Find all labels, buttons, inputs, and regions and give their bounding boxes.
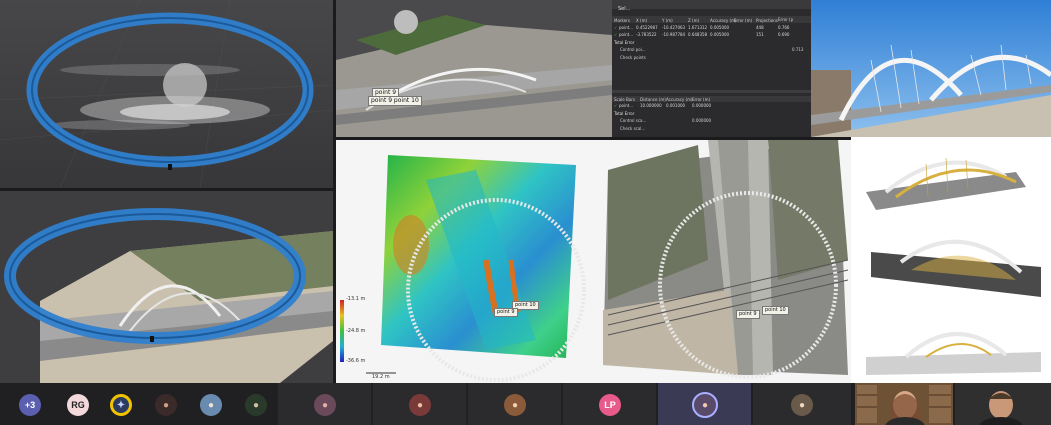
survey-check-points[interactable]: Check points xyxy=(620,55,646,60)
participant-avatar: ● xyxy=(314,394,336,416)
person-icon: ● xyxy=(511,399,519,411)
survey-control-value: 0.713 xyxy=(792,47,804,52)
survey-total-error: Total Error xyxy=(614,40,635,45)
person-icon: ● xyxy=(798,399,806,411)
col-error[interactable]: Error (m) xyxy=(734,18,756,23)
bridge-photo-image xyxy=(811,0,1051,137)
elevation-map xyxy=(340,155,586,382)
marker-point-10-ortho[interactable]: point 10 xyxy=(762,306,789,315)
survey-row[interactable]: ✓ point... -3.783522 -10.987784 0.648358 0.00… xyxy=(614,32,793,37)
camera-feed[interactable] xyxy=(855,383,953,425)
survey-control-points[interactable]: Control poi... xyxy=(620,47,646,52)
survey-title: Sel... xyxy=(618,6,631,12)
bridge-ring-scene xyxy=(0,191,333,383)
participant-avatar: ● xyxy=(791,394,813,416)
orthophoto xyxy=(603,140,849,379)
person-icon: ● xyxy=(321,399,329,411)
col-error-pix[interactable]: Error (pix) xyxy=(778,17,793,22)
model-scene xyxy=(336,0,612,137)
speaker-photo-icon: ✦ xyxy=(116,399,126,411)
col-distance[interactable]: Distance (m) xyxy=(640,97,666,102)
marker-point-combo[interactable]: point 9 point 10 xyxy=(368,96,422,106)
survey-row[interactable]: ✓ point... 0.4522987 -10.427063 1.671312 0.00… xyxy=(614,25,793,30)
person-icon: ● xyxy=(701,399,709,411)
point-cloud-scene xyxy=(0,0,333,188)
orthophoto-viewport[interactable]: point 9 point 10 xyxy=(598,140,851,383)
participant-avatar-lp: LP xyxy=(599,394,621,416)
legend-mid: -24.8 m xyxy=(346,328,366,334)
bridge-ring-viewport[interactable] xyxy=(0,191,333,383)
elevation-legend-bar xyxy=(340,300,344,362)
participant-avatar-rg[interactable]: RG xyxy=(67,394,89,416)
person-icon: ● xyxy=(207,399,215,411)
col-scale-error[interactable]: Error (m) xyxy=(692,97,716,102)
reference-toolbar xyxy=(612,0,811,9)
participant-avatar-active-speaker[interactable]: ✦ xyxy=(110,394,132,416)
participant-avatar[interactable]: ● xyxy=(245,394,267,416)
col-scale-accuracy[interactable]: Accuracy (m) xyxy=(666,97,693,102)
participant-tile[interactable]: ● xyxy=(753,383,851,425)
participant-avatar: ● xyxy=(504,394,526,416)
model-viewport[interactable]: point 9 point 9 point 10 xyxy=(336,0,612,137)
scale-control-value: 0.000000 xyxy=(692,118,712,123)
camera-feed-image xyxy=(955,383,1051,425)
legend-min: -36.6 m xyxy=(346,358,366,364)
participant-tile[interactable]: ● xyxy=(468,383,561,425)
marker-point-9-dem[interactable]: point 9 xyxy=(494,308,518,317)
col-markers[interactable]: Markers xyxy=(614,18,636,23)
bridge-render-images xyxy=(866,157,1041,375)
participant-avatar[interactable]: ● xyxy=(200,394,222,416)
participant-tile-active[interactable]: ● xyxy=(658,383,751,425)
col-accuracy[interactable]: Accuracy (m) xyxy=(710,18,737,23)
scale-check[interactable]: Check scal... xyxy=(620,126,645,131)
participant-tile[interactable]: ● xyxy=(278,383,371,425)
bridge-renders xyxy=(851,137,1051,383)
marker-point-9-ortho[interactable]: point 9 xyxy=(736,310,760,319)
col-x[interactable]: X (m) xyxy=(636,18,662,23)
participant-avatar-speaking: ● xyxy=(692,392,718,418)
scale-total-error: Total Error xyxy=(614,111,635,116)
camera-feed[interactable] xyxy=(955,383,1051,425)
person-icon: ● xyxy=(252,399,260,411)
scale-row[interactable]: ✓ point... 10.000000 0.001000 0.000000 xyxy=(614,103,716,108)
participant-tile[interactable]: LP xyxy=(563,383,656,425)
participant-avatar: ● xyxy=(409,394,431,416)
scale-control[interactable]: Control sca... xyxy=(620,118,646,123)
col-z[interactable]: Z (m) xyxy=(688,18,710,23)
elevation-map-viewport[interactable]: -13.1 m -24.8 m -36.6 m 19.2 m point 10 … xyxy=(336,140,598,383)
bridge-photo xyxy=(811,0,1051,137)
col-y[interactable]: Y (m) xyxy=(662,18,688,23)
participant-avatar[interactable]: ● xyxy=(155,394,177,416)
col-scale-bars[interactable]: Scale Bars xyxy=(614,97,640,102)
person-icon: ● xyxy=(416,399,424,411)
overflow-participants-badge[interactable]: +3 xyxy=(19,394,41,416)
point-cloud-viewport[interactable] xyxy=(0,0,333,188)
participant-tile[interactable]: ● xyxy=(373,383,466,425)
legend-max: -13.1 m xyxy=(346,296,366,302)
camera-feed-image xyxy=(855,383,953,425)
reference-pane: Sel... Markers X (m) Y (m) Z (m) Accuracy (m… xyxy=(612,0,811,137)
scale-bar-label: 19.2 m xyxy=(372,374,390,380)
col-projections[interactable]: Projections xyxy=(756,18,778,23)
person-icon: ● xyxy=(162,399,170,411)
scale-divider xyxy=(612,90,811,93)
